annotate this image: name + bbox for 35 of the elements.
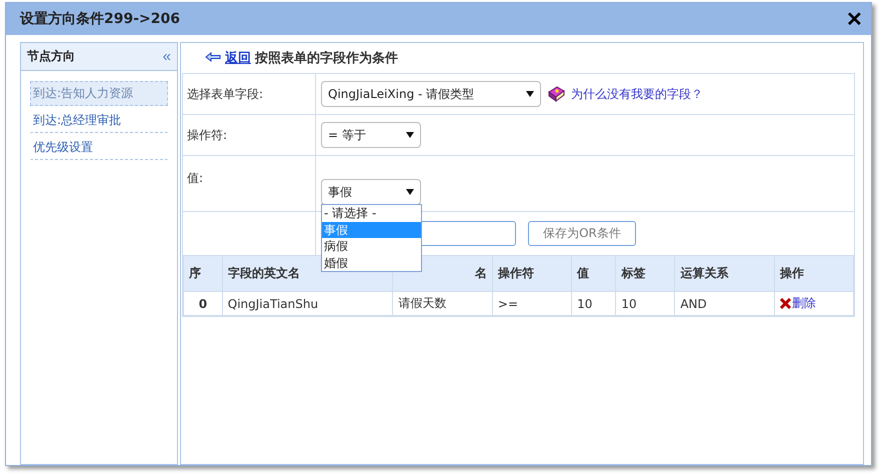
sidebar-item[interactable]: 到达:总经理审批 (30, 108, 168, 133)
field-select[interactable]: QingJiaLeiXing - 请假类型 (321, 81, 541, 107)
collapse-button[interactable]: « (162, 48, 171, 65)
column-header: 运算关系 (674, 256, 774, 292)
column-header: 操作 (774, 256, 854, 292)
operator-select[interactable]: = 等于 (321, 122, 421, 148)
back-link[interactable]: 返回 (225, 49, 251, 67)
value-label: 值: (187, 170, 204, 187)
column-header: 标签 (616, 256, 675, 292)
table-cell: >= (492, 292, 572, 316)
field-label: 选择表单字段: (187, 86, 264, 102)
page-heading: 按照表单的字段作为条件 (255, 50, 398, 67)
value-select[interactable]: 事假 (321, 179, 421, 205)
back-arrow-icon (205, 52, 221, 64)
caret-icon (406, 132, 414, 138)
table-cell: 10 (572, 292, 616, 316)
caret-icon (526, 91, 534, 97)
caret-icon (406, 189, 414, 195)
table-cell: QingJiaTianShu (222, 292, 393, 316)
sidebar-title: 节点方向 (27, 48, 75, 65)
save-or-button[interactable]: 保存为OR条件 (528, 221, 636, 246)
window-title: 设置方向条件299->206 (20, 10, 180, 28)
help-link[interactable]: 为什么没有我要的字段？ (571, 86, 703, 102)
book-icon (547, 86, 565, 102)
sidebar-item[interactable]: 优先级设置 (30, 135, 168, 160)
close-icon (780, 298, 791, 309)
column-header: 序 (184, 256, 222, 292)
table-cell: 0 (184, 292, 222, 316)
column-header: 值 (572, 256, 616, 292)
column-header: 操作符 (492, 256, 572, 292)
table-cell: AND (674, 292, 774, 316)
table-cell: 10 (616, 292, 675, 316)
close-button[interactable]: ✕ (842, 6, 867, 32)
table-cell: 请假天数 (392, 292, 492, 316)
operator-label: 操作符: (187, 126, 228, 144)
